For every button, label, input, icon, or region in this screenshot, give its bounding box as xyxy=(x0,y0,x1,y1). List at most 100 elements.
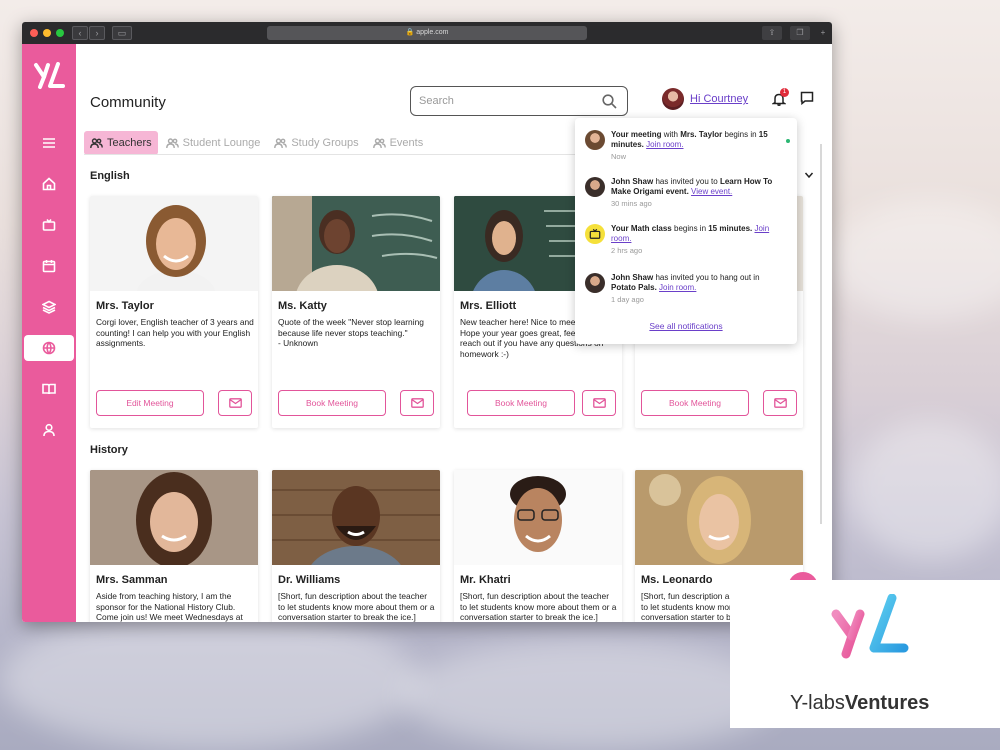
email-button[interactable] xyxy=(400,390,434,416)
tab-label: Study Groups xyxy=(291,137,359,149)
email-button[interactable] xyxy=(218,390,252,416)
teacher-description: [Short, fun description about the teache… xyxy=(460,591,617,622)
join-room-link[interactable]: Join room. xyxy=(646,140,683,149)
chat-icon[interactable] xyxy=(800,91,814,110)
section-title-english: English xyxy=(90,170,130,182)
tab-study-groups[interactable]: Study Groups xyxy=(268,131,364,155)
teacher-description: Quote of the week "Never stop learning b… xyxy=(278,317,424,348)
notification-badge: 1 xyxy=(780,88,789,97)
chevron-down-icon[interactable] xyxy=(804,170,814,180)
people-icon xyxy=(372,137,386,148)
mail-icon xyxy=(228,398,242,408)
page-title: Community xyxy=(90,94,166,111)
notifications-popup: Your meeting with Mrs. Taylor begins in … xyxy=(575,118,797,344)
teacher-photo xyxy=(272,196,440,291)
close-window-button[interactable] xyxy=(30,29,38,37)
tabs-button[interactable]: ❐ xyxy=(790,26,810,40)
maximize-window-button[interactable] xyxy=(56,29,64,37)
teacher-name: Ms. Leonardo xyxy=(641,574,713,586)
email-button[interactable] xyxy=(763,390,797,416)
book-icon[interactable] xyxy=(22,376,76,402)
notification-text: John Shaw has invited you to hang out in… xyxy=(611,273,781,305)
people-icon xyxy=(165,137,179,148)
teacher-photo xyxy=(272,470,440,565)
tv-icon xyxy=(585,224,605,244)
tab-label: Teachers xyxy=(107,137,152,149)
mail-icon xyxy=(410,398,424,408)
ylabs-logo xyxy=(831,594,909,659)
avatar[interactable] xyxy=(662,88,684,110)
mail-icon xyxy=(773,398,787,408)
background-cloud xyxy=(850,420,1000,560)
home-icon[interactable] xyxy=(22,171,76,197)
teacher-description: Corgi lover, English teacher of 3 years … xyxy=(96,317,254,348)
browser-toolbar: ‹ › ▭ 🔒 apple.com ⇪ ❐ + xyxy=(22,22,832,44)
layers-icon[interactable] xyxy=(22,294,76,320)
minimize-window-button[interactable] xyxy=(43,29,51,37)
notification-time: Now xyxy=(611,152,627,161)
people-icon xyxy=(274,137,288,148)
scrollbar[interactable] xyxy=(820,144,822,524)
search-input[interactable]: Search xyxy=(410,86,628,116)
teacher-description: Aside from teaching history, I am the sp… xyxy=(96,591,243,622)
address-bar[interactable]: 🔒 apple.com xyxy=(267,26,587,40)
forward-button[interactable]: › xyxy=(89,26,105,40)
unread-indicator xyxy=(786,139,790,143)
teacher-name: Mrs. Elliott xyxy=(460,300,517,312)
teacher-name: Mrs. Samman xyxy=(96,574,168,586)
book-meeting-button[interactable]: Book Meeting xyxy=(278,390,386,416)
teacher-name: Ms. Katty xyxy=(278,300,327,312)
view-event-link[interactable]: View event. xyxy=(691,187,732,196)
people-icon xyxy=(90,137,103,148)
tab-bar: Teachers Student Lounge Study Groups Eve… xyxy=(84,131,431,155)
notification-text: Your meeting with Mrs. Taylor begins in … xyxy=(611,130,781,162)
sidebar-toggle-button[interactable]: ▭ xyxy=(112,26,132,40)
menu-icon[interactable] xyxy=(22,130,76,156)
new-tab-button[interactable]: + xyxy=(816,26,830,40)
notification-time: 2 hrs ago xyxy=(611,246,643,255)
share-button[interactable]: ⇪ xyxy=(762,26,782,40)
avatar xyxy=(585,177,605,197)
calendar-icon[interactable] xyxy=(22,253,76,279)
tab-events[interactable]: Events xyxy=(367,131,430,155)
mail-icon xyxy=(592,398,606,408)
section-title-history: History xyxy=(90,444,128,456)
notification-time: 1 day ago xyxy=(611,295,644,304)
tab-label: Events xyxy=(389,137,424,149)
tab-student-lounge[interactable]: Student Lounge xyxy=(160,131,267,155)
app-content: Community Search Hi Courtney 1 Teachers … xyxy=(22,44,832,622)
teacher-description: [Short, fun description about the teache… xyxy=(278,591,435,622)
book-meeting-button[interactable]: Book Meeting xyxy=(641,390,749,416)
sidebar xyxy=(22,44,76,622)
tv-icon[interactable] xyxy=(22,212,76,238)
background-cloud xyxy=(830,200,1000,320)
teacher-photo xyxy=(90,196,258,291)
globe-icon[interactable] xyxy=(24,335,74,361)
teacher-photo xyxy=(635,470,803,565)
ylabs-logo[interactable] xyxy=(32,62,66,90)
tab-teachers[interactable]: Teachers xyxy=(84,131,158,155)
teacher-name: Mr. Khatri xyxy=(460,574,511,586)
book-meeting-button[interactable]: Book Meeting xyxy=(467,390,575,416)
teacher-card: Mrs. Taylor Corgi lover, English teacher… xyxy=(90,196,258,428)
brand-name: Y-labsVentures xyxy=(790,692,930,714)
teacher-card: Ms. Katty Quote of the week "Never stop … xyxy=(272,196,440,428)
teacher-photo xyxy=(454,470,622,565)
teacher-card: Mr. Khatri [Short, fun description about… xyxy=(454,470,622,622)
teacher-name: Dr. Williams xyxy=(278,574,341,586)
user-greeting-link[interactable]: Hi Courtney xyxy=(690,93,748,105)
back-button[interactable]: ‹ xyxy=(72,26,88,40)
url-text: apple.com xyxy=(416,29,449,36)
browser-window: ‹ › ▭ 🔒 apple.com ⇪ ❐ + Community Search… xyxy=(22,22,832,622)
user-icon[interactable] xyxy=(22,417,76,443)
brand-logo-box: Y-labsVentures xyxy=(730,580,1000,728)
see-all-notifications-link[interactable]: See all notifications xyxy=(575,321,797,331)
teacher-card: Dr. Williams [Short, fun description abo… xyxy=(272,470,440,622)
search-placeholder: Search xyxy=(419,95,454,107)
notification-text: Your Math class begins in 15 minutes. Jo… xyxy=(611,224,781,256)
join-room-link[interactable]: Join room. xyxy=(659,283,696,292)
notification-time: 30 mins ago xyxy=(611,199,652,208)
background-cloud xyxy=(0,610,420,750)
edit-meeting-button[interactable]: Edit Meeting xyxy=(96,390,204,416)
email-button[interactable] xyxy=(582,390,616,416)
